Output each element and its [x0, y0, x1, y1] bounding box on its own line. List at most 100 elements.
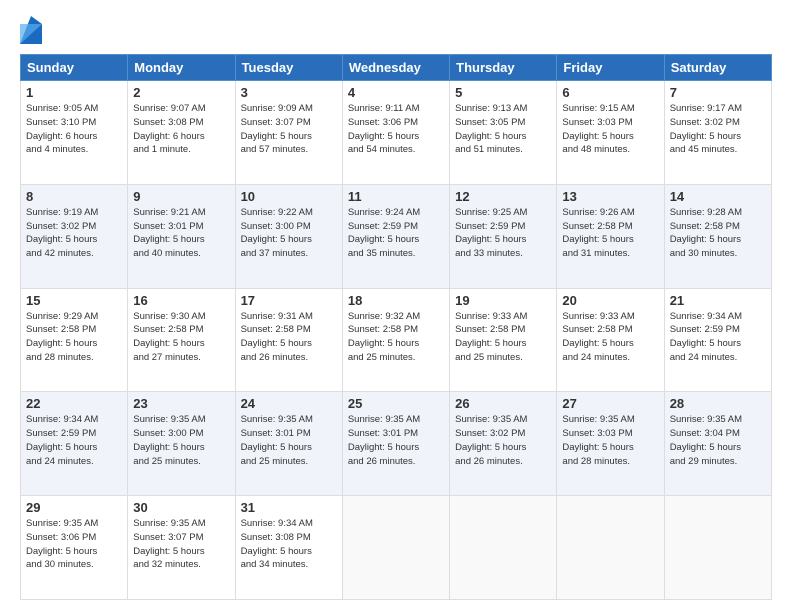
day-number: 24 — [241, 396, 337, 411]
calendar-week-5: 29 Sunrise: 9:35 AM Sunset: 3:06 PM Dayli… — [21, 496, 772, 600]
day-number: 31 — [241, 500, 337, 515]
calendar-cell: 11 Sunrise: 9:24 AM Sunset: 2:59 PM Dayli… — [342, 184, 449, 288]
calendar-header-sunday: Sunday — [21, 55, 128, 81]
day-info: Sunrise: 9:22 AM Sunset: 3:00 PM Dayligh… — [241, 206, 337, 261]
day-number: 13 — [562, 189, 658, 204]
day-info: Sunrise: 9:35 AM Sunset: 3:01 PM Dayligh… — [241, 413, 337, 468]
logo-icon — [20, 16, 42, 44]
day-number: 30 — [133, 500, 229, 515]
calendar-cell: 19Sunrise: 9:33 AM Sunset: 2:58 PM Dayli… — [450, 288, 557, 392]
day-info: Sunrise: 9:25 AM Sunset: 2:59 PM Dayligh… — [455, 206, 551, 261]
day-info: Sunrise: 9:29 AM Sunset: 2:58 PM Dayligh… — [26, 310, 122, 365]
calendar-cell: 15 Sunrise: 9:29 AM Sunset: 2:58 PM Dayli… — [21, 288, 128, 392]
calendar-cell — [557, 496, 664, 600]
calendar-week-3: 15 Sunrise: 9:29 AM Sunset: 2:58 PM Dayli… — [21, 288, 772, 392]
calendar-cell: 21Sunrise: 9:34 AM Sunset: 2:59 PM Dayli… — [664, 288, 771, 392]
day-info: Sunrise: 9:34 AM Sunset: 2:59 PM Dayligh… — [670, 310, 766, 365]
calendar-cell: 24 Sunrise: 9:35 AM Sunset: 3:01 PM Dayli… — [235, 392, 342, 496]
calendar-table: SundayMondayTuesdayWednesdayThursdayFrid… — [20, 54, 772, 600]
day-info: Sunrise: 9:33 AM Sunset: 2:58 PM Dayligh… — [562, 310, 658, 365]
day-info: Sunrise: 9:05 AM Sunset: 3:10 PM Dayligh… — [26, 102, 122, 157]
calendar-week-1: 1Sunrise: 9:05 AM Sunset: 3:10 PM Daylig… — [21, 81, 772, 185]
day-info: Sunrise: 9:07 AM Sunset: 3:08 PM Dayligh… — [133, 102, 229, 157]
day-number: 5 — [455, 85, 551, 100]
day-number: 15 — [26, 293, 122, 308]
day-info: Sunrise: 9:35 AM Sunset: 3:00 PM Dayligh… — [133, 413, 229, 468]
day-info: Sunrise: 9:34 AM Sunset: 3:08 PM Dayligh… — [241, 517, 337, 572]
calendar-cell: 26Sunrise: 9:35 AM Sunset: 3:02 PM Dayli… — [450, 392, 557, 496]
day-info: Sunrise: 9:13 AM Sunset: 3:05 PM Dayligh… — [455, 102, 551, 157]
day-number: 19 — [455, 293, 551, 308]
calendar-cell: 16Sunrise: 9:30 AM Sunset: 2:58 PM Dayli… — [128, 288, 235, 392]
day-info: Sunrise: 9:35 AM Sunset: 3:06 PM Dayligh… — [26, 517, 122, 572]
day-info: Sunrise: 9:15 AM Sunset: 3:03 PM Dayligh… — [562, 102, 658, 157]
calendar-cell: 29 Sunrise: 9:35 AM Sunset: 3:06 PM Dayli… — [21, 496, 128, 600]
day-number: 22 — [26, 396, 122, 411]
day-number: 20 — [562, 293, 658, 308]
day-info: Sunrise: 9:35 AM Sunset: 3:01 PM Dayligh… — [348, 413, 444, 468]
calendar-week-2: 8 Sunrise: 9:19 AM Sunset: 3:02 PM Daylig… — [21, 184, 772, 288]
calendar-cell: 3 Sunrise: 9:09 AM Sunset: 3:07 PM Daylig… — [235, 81, 342, 185]
day-info: Sunrise: 9:21 AM Sunset: 3:01 PM Dayligh… — [133, 206, 229, 261]
calendar-cell: 23 Sunrise: 9:35 AM Sunset: 3:00 PM Dayli… — [128, 392, 235, 496]
calendar-cell: 28Sunrise: 9:35 AM Sunset: 3:04 PM Dayli… — [664, 392, 771, 496]
calendar-cell: 18Sunrise: 9:32 AM Sunset: 2:58 PM Dayli… — [342, 288, 449, 392]
calendar-cell: 27 Sunrise: 9:35 AM Sunset: 3:03 PM Dayli… — [557, 392, 664, 496]
day-info: Sunrise: 9:26 AM Sunset: 2:58 PM Dayligh… — [562, 206, 658, 261]
day-number: 10 — [241, 189, 337, 204]
calendar-cell: 4 Sunrise: 9:11 AM Sunset: 3:06 PM Daylig… — [342, 81, 449, 185]
calendar-header-thursday: Thursday — [450, 55, 557, 81]
calendar-header-tuesday: Tuesday — [235, 55, 342, 81]
calendar-cell: 6 Sunrise: 9:15 AM Sunset: 3:03 PM Daylig… — [557, 81, 664, 185]
day-info: Sunrise: 9:09 AM Sunset: 3:07 PM Dayligh… — [241, 102, 337, 157]
day-info: Sunrise: 9:35 AM Sunset: 3:03 PM Dayligh… — [562, 413, 658, 468]
day-number: 2 — [133, 85, 229, 100]
day-info: Sunrise: 9:24 AM Sunset: 2:59 PM Dayligh… — [348, 206, 444, 261]
day-number: 7 — [670, 85, 766, 100]
day-number: 11 — [348, 189, 444, 204]
calendar-cell: 30 Sunrise: 9:35 AM Sunset: 3:07 PM Dayli… — [128, 496, 235, 600]
calendar-cell: 13 Sunrise: 9:26 AM Sunset: 2:58 PM Dayli… — [557, 184, 664, 288]
calendar-header-row: SundayMondayTuesdayWednesdayThursdayFrid… — [21, 55, 772, 81]
day-number: 18 — [348, 293, 444, 308]
calendar-cell: 2 Sunrise: 9:07 AM Sunset: 3:08 PM Daylig… — [128, 81, 235, 185]
calendar-cell — [450, 496, 557, 600]
calendar-cell: 22 Sunrise: 9:34 AM Sunset: 2:59 PM Dayli… — [21, 392, 128, 496]
calendar-header-friday: Friday — [557, 55, 664, 81]
calendar-cell: 14Sunrise: 9:28 AM Sunset: 2:58 PM Dayli… — [664, 184, 771, 288]
day-number: 25 — [348, 396, 444, 411]
calendar-week-4: 22 Sunrise: 9:34 AM Sunset: 2:59 PM Dayli… — [21, 392, 772, 496]
day-number: 3 — [241, 85, 337, 100]
calendar-cell: 25 Sunrise: 9:35 AM Sunset: 3:01 PM Dayli… — [342, 392, 449, 496]
day-info: Sunrise: 9:35 AM Sunset: 3:07 PM Dayligh… — [133, 517, 229, 572]
calendar-header-wednesday: Wednesday — [342, 55, 449, 81]
logo — [20, 20, 44, 44]
day-info: Sunrise: 9:17 AM Sunset: 3:02 PM Dayligh… — [670, 102, 766, 157]
day-number: 9 — [133, 189, 229, 204]
calendar-cell: 7 Sunrise: 9:17 AM Sunset: 3:02 PM Daylig… — [664, 81, 771, 185]
calendar-cell: 20 Sunrise: 9:33 AM Sunset: 2:58 PM Dayli… — [557, 288, 664, 392]
calendar-header-monday: Monday — [128, 55, 235, 81]
header — [20, 16, 772, 44]
day-number: 29 — [26, 500, 122, 515]
day-info: Sunrise: 9:11 AM Sunset: 3:06 PM Dayligh… — [348, 102, 444, 157]
calendar-cell: 10 Sunrise: 9:22 AM Sunset: 3:00 PM Dayli… — [235, 184, 342, 288]
calendar-cell: 17Sunrise: 9:31 AM Sunset: 2:58 PM Dayli… — [235, 288, 342, 392]
day-number: 4 — [348, 85, 444, 100]
day-number: 8 — [26, 189, 122, 204]
calendar-cell: 9 Sunrise: 9:21 AM Sunset: 3:01 PM Daylig… — [128, 184, 235, 288]
calendar-cell: 1Sunrise: 9:05 AM Sunset: 3:10 PM Daylig… — [21, 81, 128, 185]
calendar-cell: 31 Sunrise: 9:34 AM Sunset: 3:08 PM Dayli… — [235, 496, 342, 600]
day-number: 6 — [562, 85, 658, 100]
calendar-cell: 5 Sunrise: 9:13 AM Sunset: 3:05 PM Daylig… — [450, 81, 557, 185]
day-number: 23 — [133, 396, 229, 411]
day-number: 12 — [455, 189, 551, 204]
day-info: Sunrise: 9:19 AM Sunset: 3:02 PM Dayligh… — [26, 206, 122, 261]
day-number: 26 — [455, 396, 551, 411]
day-info: Sunrise: 9:34 AM Sunset: 2:59 PM Dayligh… — [26, 413, 122, 468]
page: SundayMondayTuesdayWednesdayThursdayFrid… — [0, 0, 792, 612]
calendar-cell: 12 Sunrise: 9:25 AM Sunset: 2:59 PM Dayli… — [450, 184, 557, 288]
day-number: 28 — [670, 396, 766, 411]
day-number: 14 — [670, 189, 766, 204]
day-number: 27 — [562, 396, 658, 411]
